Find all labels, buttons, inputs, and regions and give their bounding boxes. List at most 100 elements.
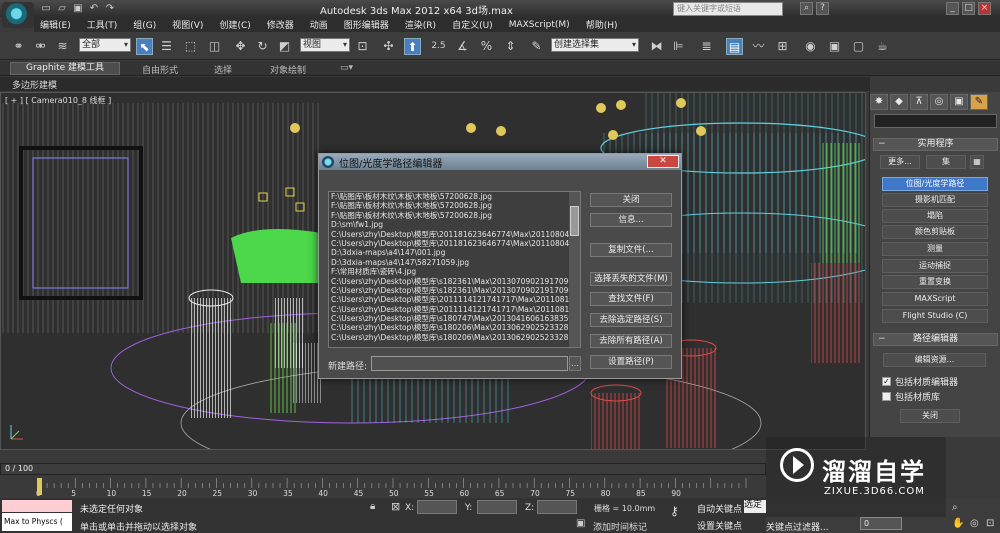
menu-maxscript[interactable]: MAXScript(M) <box>509 20 570 30</box>
material-editor-icon[interactable]: ◉ <box>802 38 819 55</box>
menu-customize[interactable]: 自定义(U) <box>452 18 493 31</box>
undo-icon[interactable]: ↶ <box>88 3 100 14</box>
list-item[interactable]: C:\Users\zhy\Desktop\模型库\s182361\Max\201… <box>329 277 580 286</box>
display-tab-icon[interactable]: ▣ <box>950 94 968 110</box>
spinner-snap-icon[interactable]: ⇕ <box>502 38 519 55</box>
utility-maxscript-button[interactable]: MAXScript <box>882 292 988 306</box>
utility-measure-button[interactable]: 测量 <box>882 242 988 256</box>
scale-icon[interactable]: ◩ <box>276 38 293 55</box>
time-slider[interactable]: 0 / 100 <box>0 463 766 475</box>
list-item[interactable]: C:\Users\zhy\Desktop\模型库\201111412174171… <box>329 295 580 304</box>
object-name-field[interactable] <box>874 114 997 128</box>
menu-edit[interactable]: 编辑(E) <box>40 18 71 31</box>
current-frame-field[interactable]: 0 <box>860 517 902 530</box>
open-file-icon[interactable]: ▱ <box>56 3 68 14</box>
curve-editor-icon[interactable]: 〰 <box>750 38 767 55</box>
path-editor-rollout-header[interactable]: 路径编辑器 <box>873 333 998 346</box>
maximize-viewport-icon[interactable]: ⊡ <box>986 518 994 529</box>
include-material-library-checkbox[interactable]: 包括材质库 <box>882 390 940 403</box>
list-item[interactable]: C:\Users\zhy\Desktop\模型库\201111412174171… <box>329 305 580 314</box>
schematic-view-icon[interactable]: ⊞ <box>774 38 791 55</box>
rotate-icon[interactable]: ↻ <box>254 38 271 55</box>
key-mode-dropdown[interactable]: 选定 <box>744 500 766 513</box>
list-item[interactable]: C:\Users\zhy\Desktop\模型库\s180206\Max\201… <box>329 323 580 332</box>
lock-selection-icon[interactable]: 🔒︎ <box>370 501 375 512</box>
menu-modifiers[interactable]: 修改器 <box>267 18 294 31</box>
utilities-rollout-header[interactable]: 实用程序 <box>873 138 998 151</box>
menu-group[interactable]: 组(G) <box>133 18 156 31</box>
select-object-icon[interactable]: ⬉ <box>136 38 153 55</box>
orbit-icon[interactable]: ◎ <box>970 518 979 529</box>
select-manipulate-icon[interactable]: ✣ <box>380 38 397 55</box>
render-production-icon[interactable]: ☕ <box>874 38 891 55</box>
list-item[interactable]: F:\贴图库\板材木纹\木板\木地板\57200628.jpg <box>329 192 580 201</box>
list-item[interactable]: D:\3dxia-maps\a4\147\58271059.jpg <box>329 258 580 267</box>
utility-reset-xform-button[interactable]: 重置变换 <box>882 275 988 289</box>
strip-selected-paths-button[interactable]: 去除选定路径(S) <box>590 313 672 327</box>
ribbon-tab-freeform[interactable]: 自由形式 <box>142 63 178 76</box>
list-item[interactable]: F:\常用材质库\瓷砖\4.jpg <box>329 267 580 276</box>
maximize-button[interactable]: □ <box>962 2 975 15</box>
list-item[interactable]: D:\sm\fw1.jpg <box>329 220 580 229</box>
dialog-close-icon[interactable]: ✕ <box>647 155 679 168</box>
strip-all-paths-button[interactable]: 去除所有路径(A) <box>590 334 672 348</box>
edit-resources-button[interactable]: 编辑资源... <box>883 353 986 367</box>
app-logo-icon[interactable] <box>2 2 34 28</box>
layer-manager-icon[interactable]: ≣ <box>698 38 715 55</box>
selection-filter-dropdown[interactable]: 全部 <box>79 38 131 52</box>
list-item[interactable]: C:\Users\zhy\Desktop\模型库\201181623646774… <box>329 230 580 239</box>
move-icon[interactable]: ✥ <box>232 38 249 55</box>
utilities-tab-icon[interactable]: ✎ <box>970 94 988 110</box>
percent-snap-icon[interactable]: % <box>478 38 495 55</box>
menu-tools[interactable]: 工具(T) <box>87 18 118 31</box>
window-crossing-icon[interactable]: ◫ <box>206 38 223 55</box>
utility-bitmap-path-button[interactable]: 位图/光度学路径 <box>882 177 988 191</box>
viewport-label[interactable]: [ + ] [ Camera010_8 线框 ] <box>5 95 111 106</box>
select-by-name-icon[interactable]: ☰ <box>158 38 175 55</box>
auto-key-button[interactable]: 自动关键点 <box>697 502 742 515</box>
key-icon[interactable]: ⚷ <box>670 504 679 518</box>
mirror-icon[interactable]: ⧓ <box>648 38 665 55</box>
keyboard-shortcut-override-icon[interactable]: ⬆ <box>404 38 421 55</box>
align-icon[interactable]: ⊫ <box>670 38 687 55</box>
bind-space-warp-icon[interactable]: ≋ <box>54 38 71 55</box>
list-item[interactable]: F:\贴图库\板材木纹\木板\木地板\57200628.jpg <box>329 201 580 210</box>
add-time-tag-button[interactable]: 添加时间标记 <box>593 520 647 533</box>
ribbon-tab-graphite[interactable]: Graphite 建模工具 <box>10 62 120 75</box>
set-path-button[interactable]: 设置路径(P) <box>590 355 672 369</box>
set-key-button[interactable]: 设置关键点 <box>697 519 742 532</box>
create-tab-icon[interactable]: ✸ <box>870 94 888 110</box>
new-path-input[interactable] <box>371 356 568 371</box>
select-missing-files-button[interactable]: 选择丢失的文件(M) <box>590 272 672 286</box>
minimize-button[interactable]: _ <box>946 2 959 15</box>
current-frame-marker[interactable] <box>37 478 42 495</box>
copy-files-button[interactable]: 复制文件(... <box>590 243 672 257</box>
absolute-mode-icon[interactable]: ⊠ <box>391 500 400 513</box>
key-filters-button[interactable]: 关键点过滤器... <box>766 520 829 533</box>
info-button[interactable]: 信息... <box>590 213 672 227</box>
maxscript-mini-listener[interactable]: Max to Physcs ( <box>2 513 72 531</box>
timeline-track[interactable]: 051015202530354045505560657075808590 <box>0 476 766 498</box>
utility-flight-studio-button[interactable]: Flight Studio (C) <box>882 309 988 323</box>
hierarchy-tab-icon[interactable]: ⊼ <box>910 94 928 110</box>
menu-help[interactable]: 帮助(H) <box>586 18 618 31</box>
include-material-editor-checkbox[interactable]: ✓ 包括材质编辑器 <box>882 375 958 388</box>
sets-button[interactable]: 集 <box>926 155 966 169</box>
menu-views[interactable]: 视图(V) <box>172 18 203 31</box>
find-files-button[interactable]: 查找文件(F) <box>590 292 672 306</box>
list-item[interactable]: D:\3dxia-maps\a4\147\001.jpg <box>329 248 580 257</box>
ribbon-tab-object-paint[interactable]: 对象绘制 <box>270 63 306 76</box>
unlink-icon[interactable]: ⚮ <box>32 38 49 55</box>
menu-create[interactable]: 创建(C) <box>219 18 250 31</box>
redo-icon[interactable]: ↷ <box>104 3 116 14</box>
scrollbar-thumb[interactable] <box>570 206 579 236</box>
list-item[interactable]: C:\Users\zhy\Desktop\模型库\s180206\Max\201… <box>329 333 580 342</box>
zoom-icon[interactable]: ⌕ <box>952 502 958 513</box>
x-coord-field[interactable] <box>417 500 457 514</box>
ribbon-tab-selection[interactable]: 选择 <box>214 63 232 76</box>
modify-tab-icon[interactable]: ◆ <box>890 94 908 110</box>
close-window-button[interactable]: × <box>978 2 991 15</box>
snap-toggle-icon[interactable]: 2.5 <box>430 38 447 55</box>
pan-icon[interactable]: ✋ <box>952 518 964 529</box>
utility-camera-match-button[interactable]: 摄影机匹配 <box>882 193 988 207</box>
